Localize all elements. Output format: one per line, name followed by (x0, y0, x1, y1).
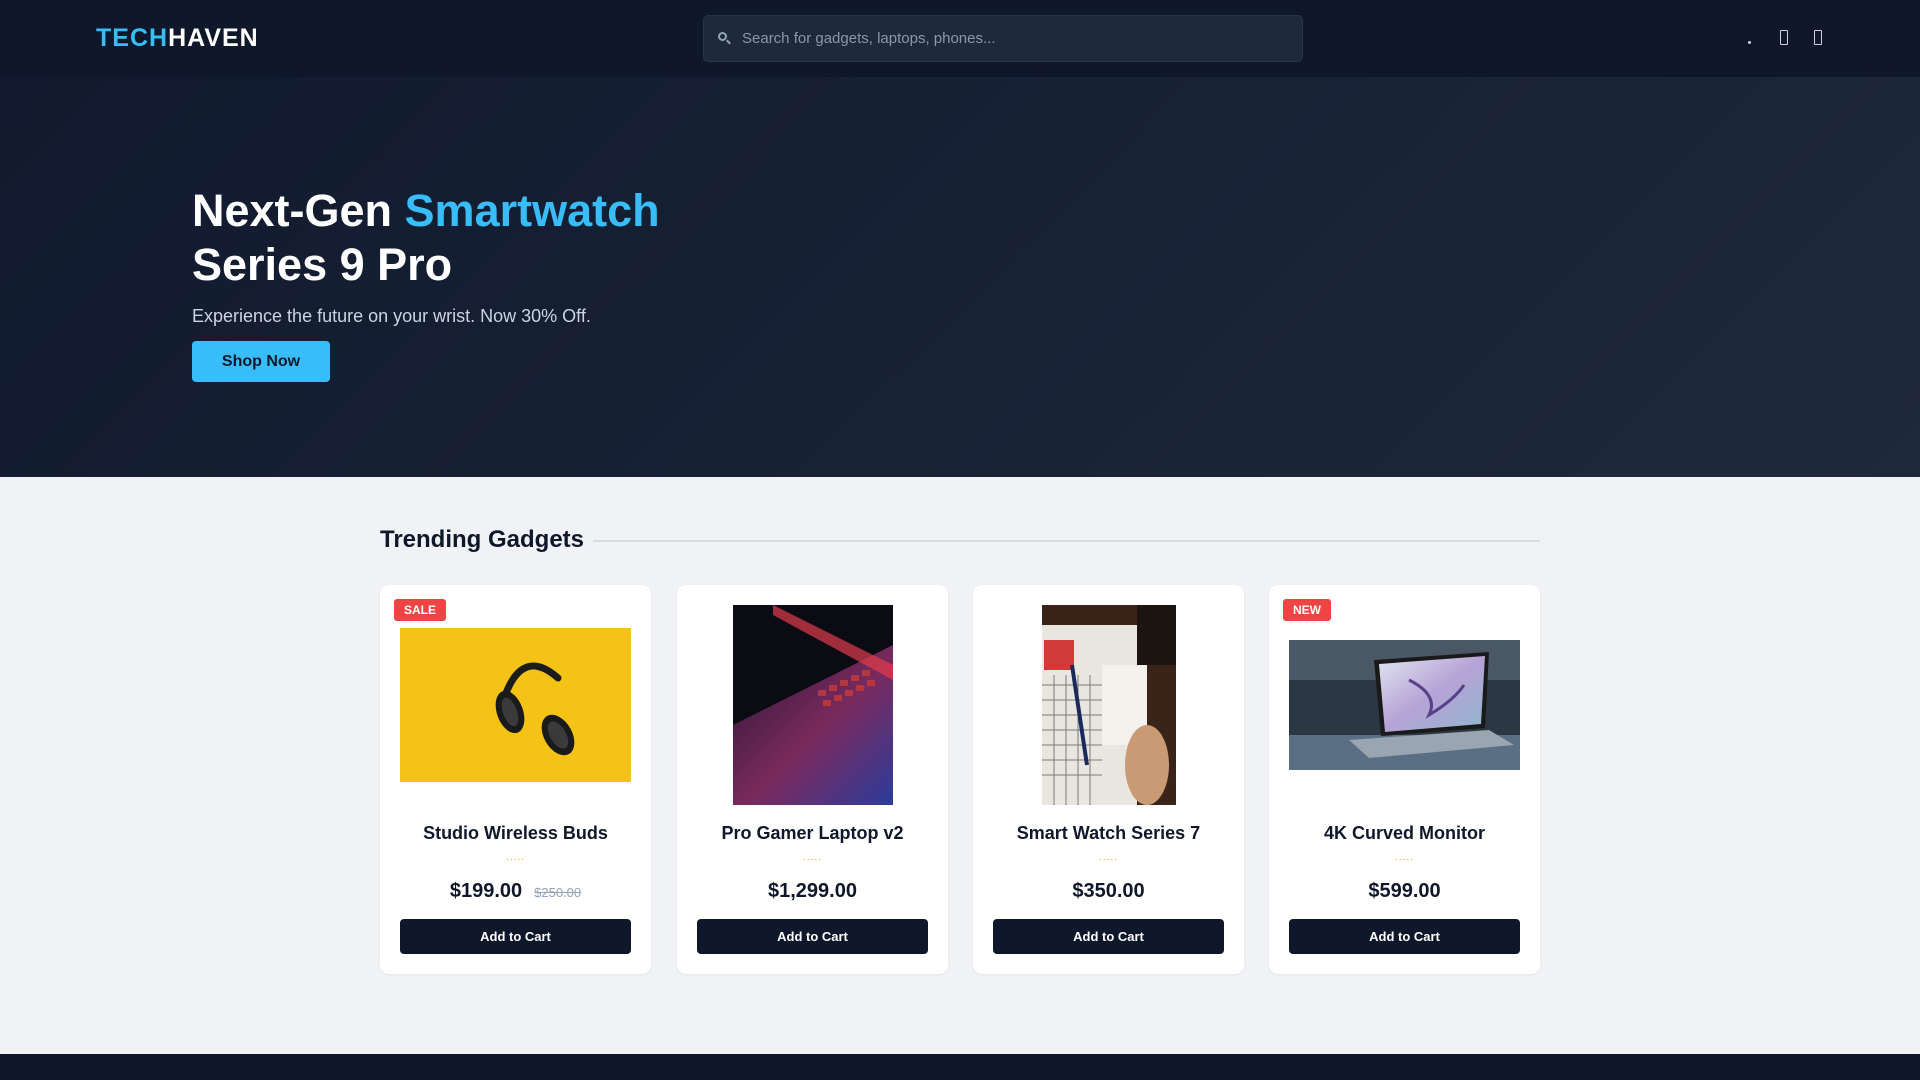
product-card[interactable]: NEW 4K Curved Monitor ..... $599.00 Add … (1269, 585, 1540, 974)
rating-stars: ..... (803, 852, 822, 863)
product-price: $1,299.00 (768, 880, 857, 902)
section-divider (593, 540, 1540, 542)
product-card[interactable]: Pro Gamer Laptop v2 ..... $1,299.00 Add … (677, 585, 948, 974)
price-row: $1,299.00 (677, 880, 948, 903)
logo-text: HAVEN (168, 24, 259, 52)
add-to-cart-button[interactable]: Add to Cart (993, 919, 1224, 954)
search-bar[interactable] (703, 15, 1303, 62)
rating-stars: ..... (1395, 852, 1414, 863)
product-price: $199.00 (449, 880, 523, 902)
hero-title: Next-Gen Smartwatch Series 9 Pro (192, 185, 660, 290)
product-name[interactable]: Pro Gamer Laptop v2 (677, 823, 948, 844)
price-row: $350.00 (973, 880, 1244, 903)
hero-subtitle: Experience the future on your wrist. Now… (192, 306, 591, 326)
wishlist-icon[interactable] (1778, 28, 1790, 46)
product-name[interactable]: Smart Watch Series 7 (973, 823, 1244, 844)
price-row: $199.00 $250.00 (380, 880, 651, 903)
product-price: $599.00 (1368, 880, 1441, 902)
search-input[interactable] (742, 30, 1282, 47)
product-image[interactable] (1289, 605, 1520, 805)
add-to-cart-button[interactable]: Add to Cart (400, 919, 631, 954)
logo[interactable]: TECHHAVEN (96, 24, 259, 53)
price-row: $599.00 (1269, 880, 1540, 903)
site-footer (0, 1054, 1920, 1080)
product-image[interactable] (697, 605, 928, 805)
product-price: $350.00 (1072, 880, 1145, 902)
section-title: Trending Gadgets (380, 526, 585, 553)
original-price: $250.00 (534, 885, 582, 900)
product-name[interactable]: 4K Curved Monitor (1269, 823, 1540, 844)
add-to-cart-button[interactable]: Add to Cart (1289, 919, 1520, 954)
product-image[interactable] (400, 605, 631, 805)
shop-now-button[interactable]: Shop Now (192, 341, 330, 382)
rating-stars: ..... (506, 852, 525, 863)
add-to-cart-button[interactable]: Add to Cart (697, 919, 928, 954)
product-card[interactable]: SALE Studio Wireless Buds ..... $199.00 $… (380, 585, 651, 974)
logo-accent: TECH (96, 24, 169, 52)
search-icon (718, 31, 732, 46)
product-card[interactable]: Smart Watch Series 7 ..... $350.00 Add t… (973, 585, 1244, 974)
hero-banner: Next-Gen Smartwatch Series 9 Pro Experien… (0, 77, 1920, 477)
product-image[interactable] (993, 605, 1224, 805)
header-icons (1744, 28, 1824, 46)
hero-title-accent: Smartwatch (404, 185, 660, 236)
new-badge: NEW (1283, 599, 1331, 621)
rating-stars: ..... (1099, 852, 1118, 863)
sale-badge: SALE (394, 599, 447, 621)
product-name[interactable]: Studio Wireless Buds (380, 823, 651, 844)
site-header: TECHHAVEN (0, 0, 1920, 77)
user-icon[interactable] (1744, 28, 1756, 46)
cart-icon[interactable] (1812, 28, 1824, 46)
